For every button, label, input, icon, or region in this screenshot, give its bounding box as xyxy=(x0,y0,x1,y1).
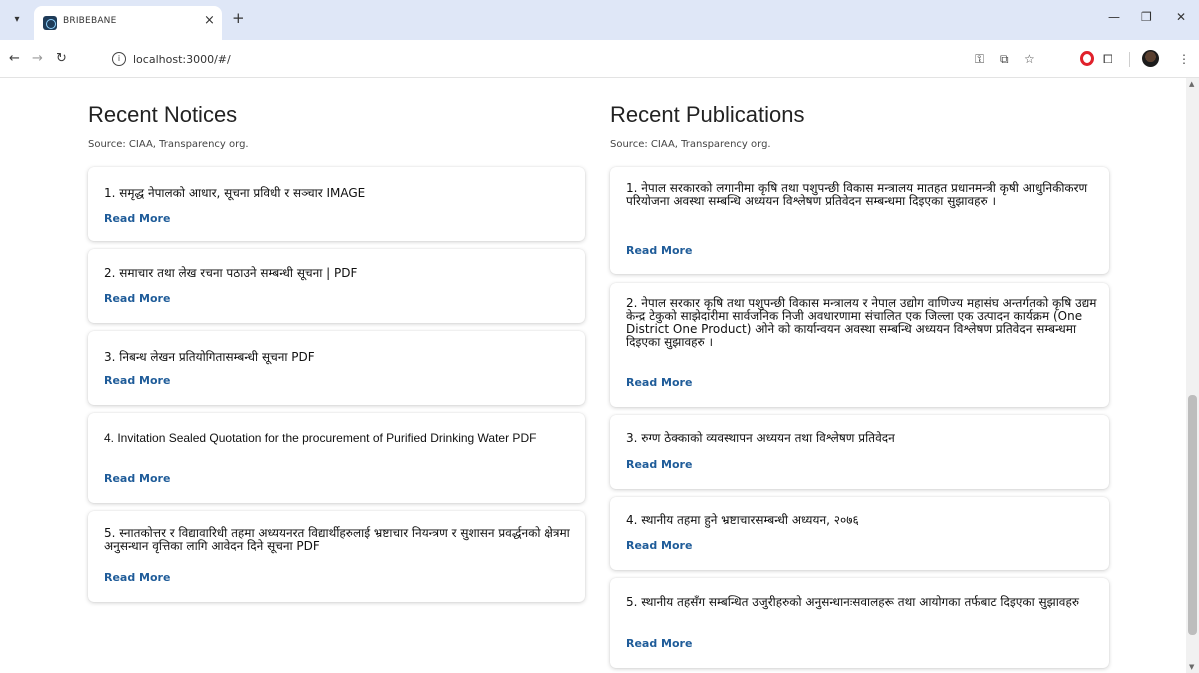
scroll-up-icon[interactable]: ▲ xyxy=(1189,80,1194,88)
publication-card: 4. स्थानीय तहमा हुने भ्रष्टाचारसम्बन्धी … xyxy=(610,497,1109,570)
publication-text: 3. रुग्ण ठेक्काको व्यवस्थापन अध्ययन तथा … xyxy=(626,431,895,445)
publication-card: 2. नेपाल सरकार कृषि तथा पशुपन्छी विकास म… xyxy=(610,283,1109,407)
notice-card: 5. स्नातकोत्तर र विद्यावारिधी तहमा अध्यय… xyxy=(88,511,585,602)
browser-toolbar: ← → ↻ i localhost:3000/#/ ⚿ ⧉ ☆ ⧠ ⋮ xyxy=(0,40,1199,78)
tab-close-icon[interactable]: × xyxy=(204,13,215,28)
bookmark-star-icon[interactable]: ☆ xyxy=(1024,52,1035,66)
scrollbar-thumb[interactable] xyxy=(1188,395,1197,635)
menu-kebab-icon[interactable]: ⋮ xyxy=(1178,52,1190,66)
notice-card: 3. निबन्ध लेखन प्रतियोगितासम्बन्धी सूचना… xyxy=(88,331,585,405)
scroll-down-icon[interactable]: ▼ xyxy=(1189,663,1194,671)
notice-card: 1. समृद्ध नेपालको आधार, सूचना प्रविधी र … xyxy=(88,167,585,241)
window-close-icon[interactable]: ✕ xyxy=(1176,10,1186,24)
publication-card: 5. स्थानीय तहसँग सम्बन्धित उजुरीहरुको अन… xyxy=(610,578,1109,668)
notice-text: 2. समाचार तथा लेख रचना पठाउने सम्बन्धी स… xyxy=(104,266,358,280)
publication-text: 1. नेपाल सरकारको लगानीमा कृषि तथा पशुपन्… xyxy=(626,181,1088,208)
read-more-link[interactable]: Read More xyxy=(626,244,692,257)
notice-text: 4. Invitation Sealed Quotation for the p… xyxy=(104,431,537,445)
publication-text: 4. स्थानीय तहमा हुने भ्रष्टाचारसम्बन्धी … xyxy=(626,513,859,527)
new-tab-icon[interactable]: + xyxy=(232,9,245,27)
address-bar[interactable]: i localhost:3000/#/ xyxy=(104,46,1018,73)
minimize-icon[interactable]: — xyxy=(1108,10,1120,24)
publications-heading: Recent Publications xyxy=(610,102,805,127)
read-more-link[interactable]: Read More xyxy=(626,637,692,650)
restore-icon[interactable]: ❐ xyxy=(1141,10,1152,24)
publication-text: 5. स्थानीय तहसँग सम्बन्धित उजुरीहरुको अन… xyxy=(626,595,1080,609)
notice-text: 5. स्नातकोत्तर र विद्यावारिधी तहमा अध्यय… xyxy=(104,526,570,553)
forward-icon[interactable]: → xyxy=(32,51,43,66)
site-info-icon[interactable]: i xyxy=(112,52,126,66)
read-more-link[interactable]: Read More xyxy=(626,376,692,389)
notices-heading: Recent Notices xyxy=(88,102,238,127)
profile-avatar[interactable] xyxy=(1142,50,1159,67)
extensions-icon[interactable]: ⧠ xyxy=(1103,52,1113,67)
browser-tab-bar: ▾ BRIBEBANE × + — ❐ ✕ xyxy=(0,0,1199,40)
tab-title: BRIBEBANE xyxy=(63,16,117,26)
notice-text: 3. निबन्ध लेखन प्रतियोगितासम्बन्धी सूचना… xyxy=(104,350,315,364)
read-more-link[interactable]: Read More xyxy=(104,374,170,387)
read-more-link[interactable]: Read More xyxy=(104,571,170,584)
toolbar-divider xyxy=(1129,52,1130,67)
notices-source: Source: CIAA, Transparency org. xyxy=(88,139,249,150)
publication-card: 1. नेपाल सरकारको लगानीमा कृषि तथा पशुपन्… xyxy=(610,167,1109,274)
browser-tab[interactable]: BRIBEBANE × xyxy=(34,6,222,40)
cast-icon[interactable]: ⧉ xyxy=(1000,52,1009,67)
notice-card: 4. Invitation Sealed Quotation for the p… xyxy=(88,413,585,503)
url-text[interactable]: localhost:3000/#/ xyxy=(133,53,231,66)
publication-card: 3. रुग्ण ठेक्काको व्यवस्थापन अध्ययन तथा … xyxy=(610,415,1109,489)
opera-extension-icon[interactable] xyxy=(1080,51,1094,66)
react-favicon-icon xyxy=(43,16,57,30)
publications-source: Source: CIAA, Transparency org. xyxy=(610,139,771,150)
password-key-icon[interactable]: ⚿ xyxy=(975,52,984,67)
publication-text: 2. नेपाल सरकार कृषि तथा पशुपन्छी विकास म… xyxy=(626,296,1097,349)
read-more-link[interactable]: Read More xyxy=(626,539,692,552)
read-more-link[interactable]: Read More xyxy=(626,458,692,471)
read-more-link[interactable]: Read More xyxy=(104,212,170,225)
read-more-link[interactable]: Read More xyxy=(104,472,170,485)
back-icon[interactable]: ← xyxy=(9,51,20,66)
notice-card: 2. समाचार तथा लेख रचना पठाउने सम्बन्धी स… xyxy=(88,249,585,323)
read-more-link[interactable]: Read More xyxy=(104,292,170,305)
notice-text: 1. समृद्ध नेपालको आधार, सूचना प्रविधी र … xyxy=(104,186,366,200)
tab-search-icon[interactable]: ▾ xyxy=(8,10,26,28)
reload-icon[interactable]: ↻ xyxy=(56,51,67,66)
